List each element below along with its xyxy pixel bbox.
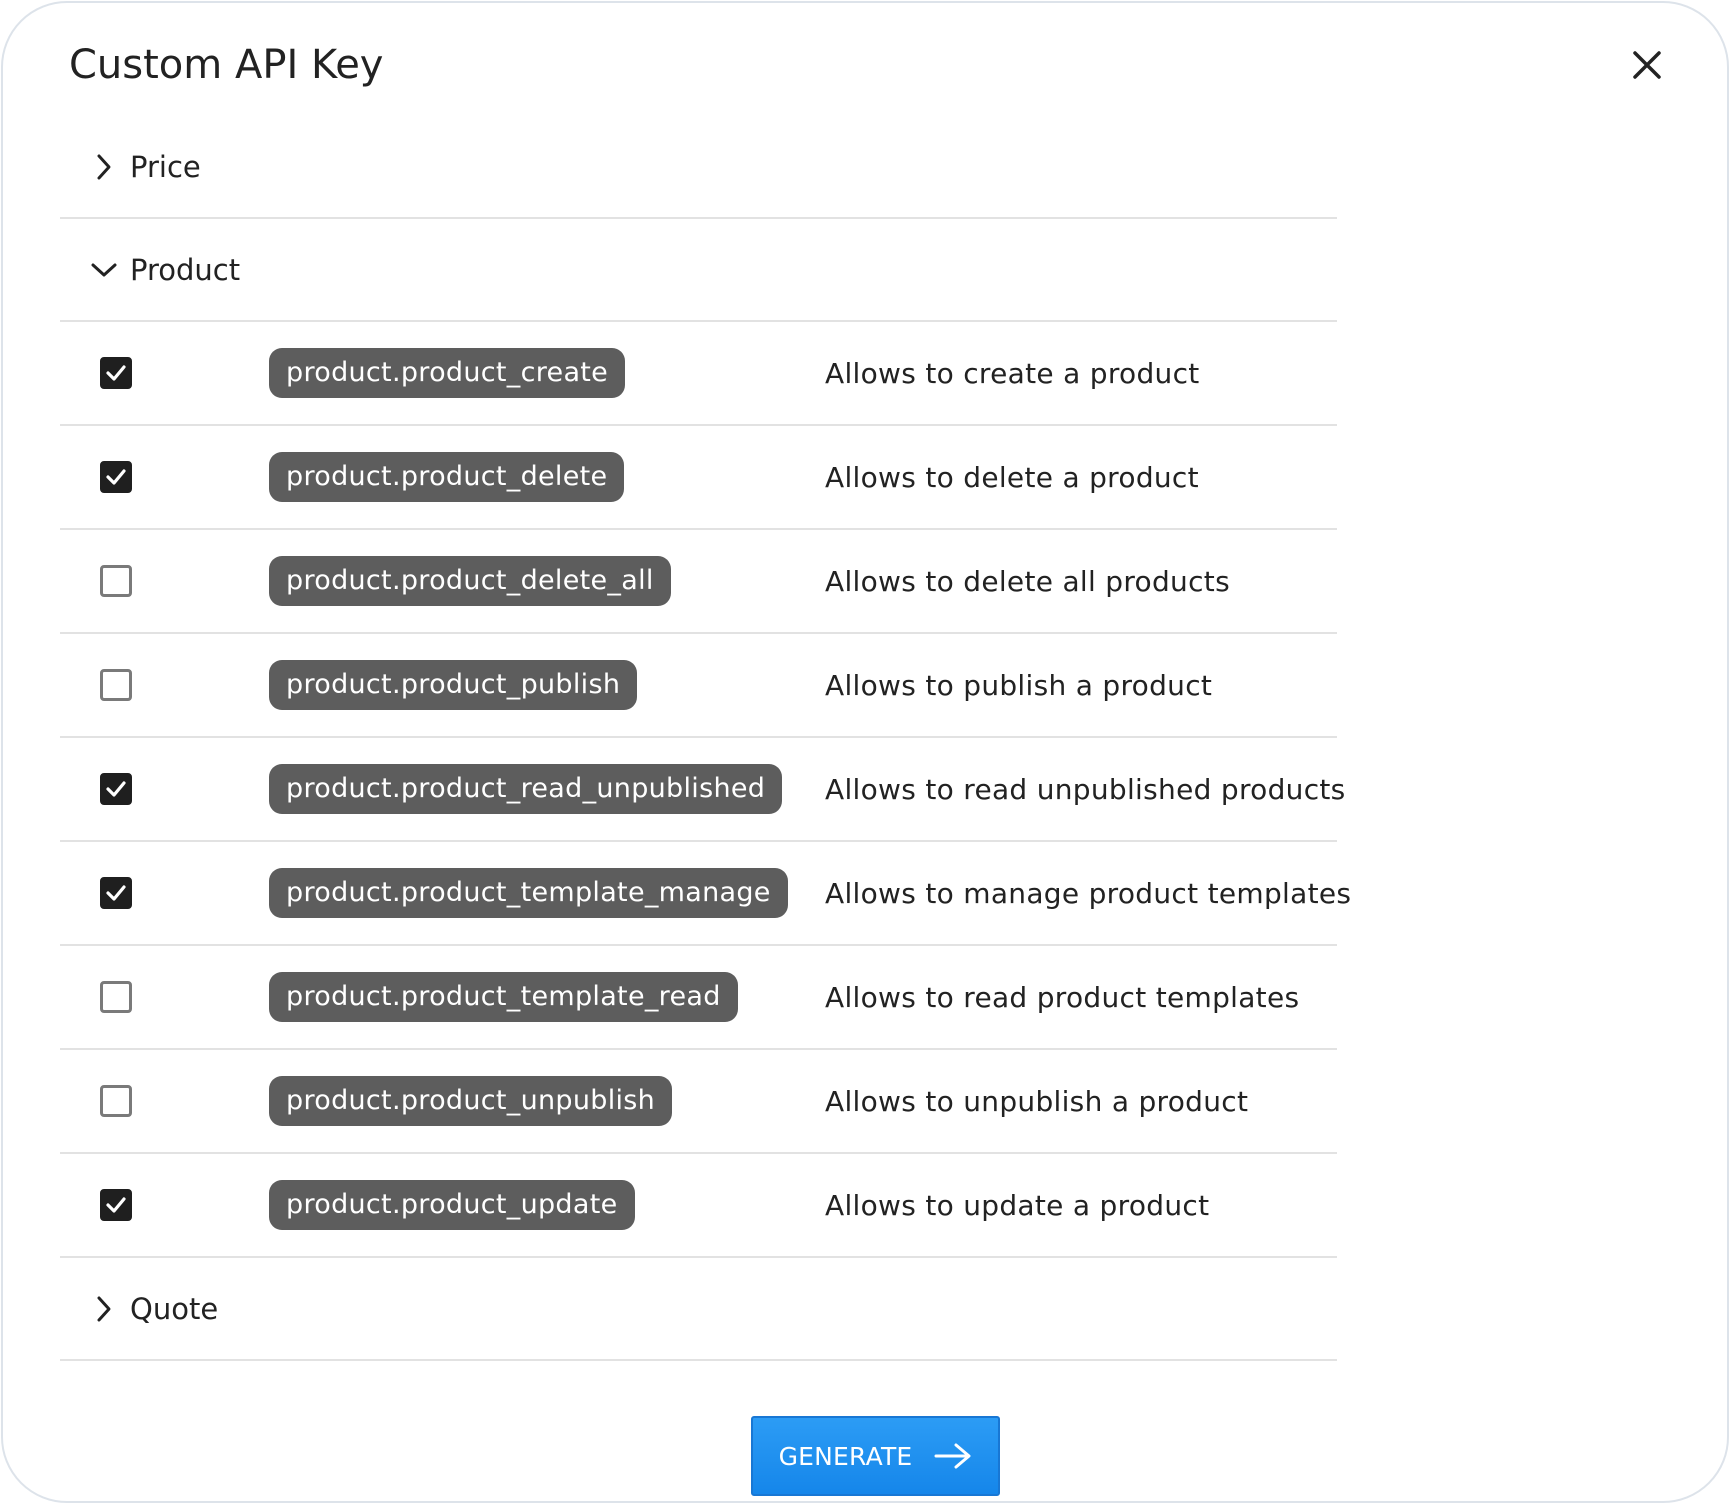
close-button[interactable] (1617, 35, 1677, 95)
scope-chip: product.product_read_unpublished (269, 764, 783, 814)
generate-button[interactable]: GENERATE (751, 1416, 1000, 1496)
permission-checkbox[interactable] (100, 877, 132, 909)
scope-chip: product.product_unpublish (269, 1076, 673, 1126)
group-label: Price (130, 149, 201, 184)
permission-groups: Price Product product.product_create All… (60, 116, 1351, 1361)
group-header-quote[interactable]: Quote (60, 1258, 1337, 1361)
scope-description: Allows to read product templates (825, 980, 1300, 1014)
close-icon (1633, 51, 1661, 79)
chevron-down-icon (86, 252, 122, 288)
scope-chip: product.product_update (269, 1180, 635, 1230)
scope-chip: product.product_create (269, 348, 626, 398)
permission-row: product.product_template_manage Allows t… (60, 842, 1351, 946)
permission-checkbox[interactable] (100, 669, 132, 701)
permission-checkbox[interactable] (100, 461, 132, 493)
scope-chip: product.product_template_read (269, 972, 738, 1022)
scope-chip: product.product_delete_all (269, 556, 671, 606)
group-header-product[interactable]: Product (60, 219, 1337, 322)
permission-row: product.product_publish Allows to publis… (60, 634, 1337, 738)
group-label: Quote (130, 1291, 219, 1326)
custom-api-key-dialog: Custom API Key Price Product product.pro… (1, 1, 1729, 1503)
group-label: Product (130, 252, 241, 287)
scope-chip: product.product_publish (269, 660, 638, 710)
permission-row: product.product_unpublish Allows to unpu… (60, 1050, 1337, 1154)
chevron-right-icon (86, 1291, 122, 1327)
permission-row: product.product_create Allows to create … (60, 322, 1337, 426)
permission-checkbox[interactable] (100, 357, 132, 389)
permission-checkbox[interactable] (100, 1085, 132, 1117)
checkmark-icon (106, 1197, 126, 1213)
chevron-right-icon (86, 149, 122, 185)
scope-description: Allows to delete all products (825, 564, 1230, 598)
scope-description: Allows to delete a product (825, 460, 1199, 494)
permission-row: product.product_update Allows to update … (60, 1154, 1337, 1258)
scope-description: Allows to manage product templates (825, 876, 1352, 910)
permission-row: product.product_delete Allows to delete … (60, 426, 1337, 530)
scope-description: Allows to read unpublished products (825, 772, 1346, 806)
scope-description: Allows to create a product (825, 356, 1200, 390)
checkmark-icon (106, 365, 126, 381)
scope-chip: product.product_delete (269, 452, 625, 502)
permission-checkbox[interactable] (100, 565, 132, 597)
scope-description: Allows to unpublish a product (825, 1084, 1249, 1118)
scope-chip: product.product_template_manage (269, 868, 788, 918)
dialog-title: Custom API Key (69, 42, 384, 88)
arrow-right-icon (934, 1442, 972, 1470)
permission-checkbox[interactable] (100, 1189, 132, 1221)
permission-checkbox[interactable] (100, 981, 132, 1013)
scope-description: Allows to publish a product (825, 668, 1213, 702)
group-header-price[interactable]: Price (60, 116, 1337, 219)
checkmark-icon (106, 885, 126, 901)
checkmark-icon (106, 781, 126, 797)
checkmark-icon (106, 469, 126, 485)
scope-description: Allows to update a product (825, 1188, 1210, 1222)
permission-row: product.product_delete_all Allows to del… (60, 530, 1337, 634)
permission-row: product.product_read_unpublished Allows … (60, 738, 1345, 842)
generate-label: GENERATE (778, 1441, 913, 1471)
permission-checkbox[interactable] (100, 773, 132, 805)
permission-row: product.product_template_read Allows to … (60, 946, 1337, 1050)
